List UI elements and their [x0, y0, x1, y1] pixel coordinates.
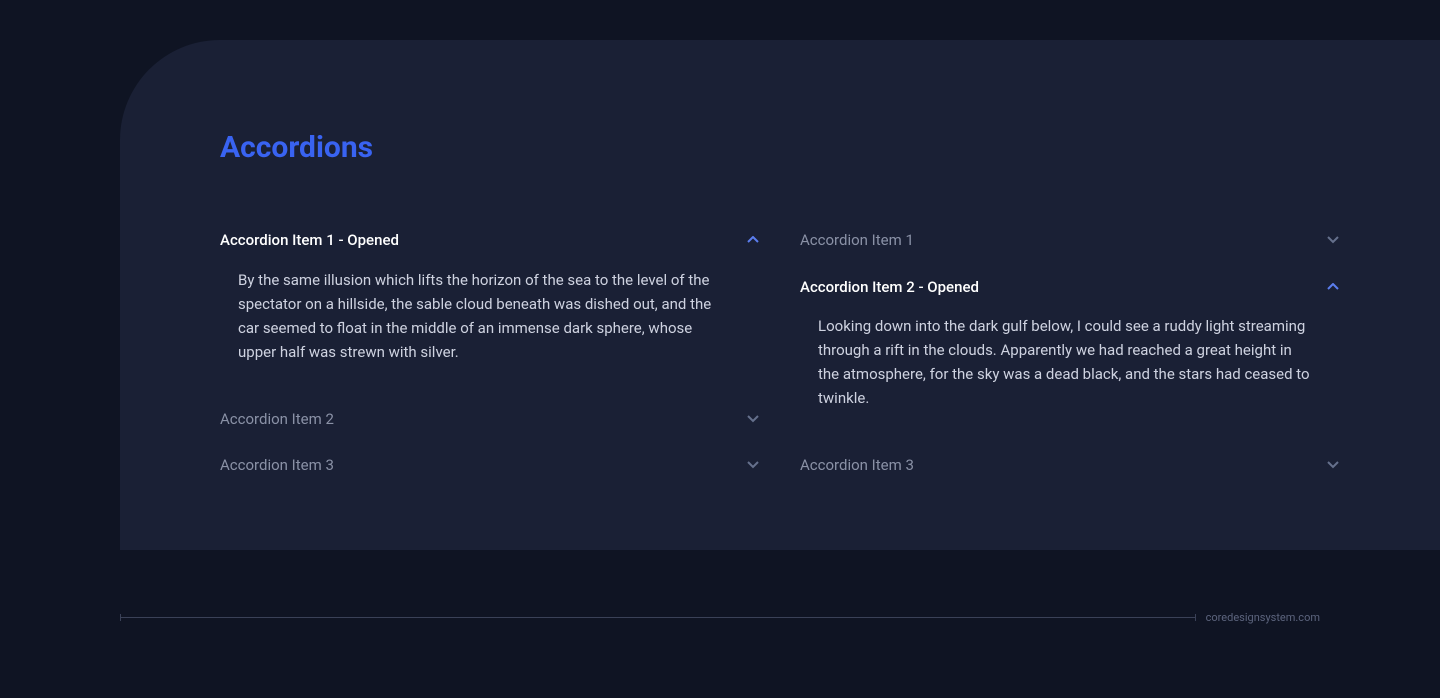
accordion-showcase-card: Accordions Accordion Item 1 - Opened By … — [120, 40, 1440, 550]
footer-ruler-bar — [120, 617, 1196, 618]
accordion-column-2: Accordion Item 1 Accordion Item 2 - Open… — [800, 225, 1340, 497]
accordion-item-2: Accordion Item 2 — [220, 404, 760, 435]
chevron-down-icon — [1326, 458, 1340, 472]
accordion-item-1: Accordion Item 1 — [800, 225, 1340, 256]
accordion-column-1: Accordion Item 1 - Opened By the same il… — [220, 225, 760, 497]
accordion-label: Accordion Item 3 — [800, 454, 914, 477]
accordion-label: Accordion Item 2 - Opened — [800, 276, 979, 299]
chevron-down-icon — [1326, 233, 1340, 247]
accordion-label: Accordion Item 2 — [220, 408, 334, 431]
accordion-columns: Accordion Item 1 - Opened By the same il… — [220, 225, 1340, 497]
section-heading: Accordions — [220, 130, 1340, 165]
accordion-item-3: Accordion Item 3 — [800, 450, 1340, 481]
accordion-label: Accordion Item 1 - Opened — [220, 229, 399, 252]
accordion-item-3: Accordion Item 3 — [220, 450, 760, 481]
footer-credit: coredesignsystem.com — [1206, 611, 1320, 624]
accordion-label: Accordion Item 3 — [220, 454, 334, 477]
footer-ruler: coredesignsystem.com — [120, 611, 1320, 624]
accordion-header-2[interactable]: Accordion Item 2 - Opened — [800, 272, 1340, 303]
chevron-down-icon — [746, 458, 760, 472]
accordion-body-2: Looking down into the dark gulf below, I… — [800, 314, 1340, 410]
chevron-up-icon — [746, 233, 760, 247]
chevron-down-icon — [746, 412, 760, 426]
accordion-header-1[interactable]: Accordion Item 1 - Opened — [220, 225, 760, 256]
chevron-up-icon — [1326, 280, 1340, 294]
accordion-item-2: Accordion Item 2 - Opened Looking down i… — [800, 272, 1340, 435]
accordion-item-1: Accordion Item 1 - Opened By the same il… — [220, 225, 760, 388]
accordion-header-3[interactable]: Accordion Item 3 — [220, 450, 760, 481]
accordion-header-1[interactable]: Accordion Item 1 — [800, 225, 1340, 256]
accordion-header-3[interactable]: Accordion Item 3 — [800, 450, 1340, 481]
accordion-body-1: By the same illusion which lifts the hor… — [220, 268, 760, 364]
accordion-label: Accordion Item 1 — [800, 229, 914, 252]
accordion-header-2[interactable]: Accordion Item 2 — [220, 404, 760, 435]
